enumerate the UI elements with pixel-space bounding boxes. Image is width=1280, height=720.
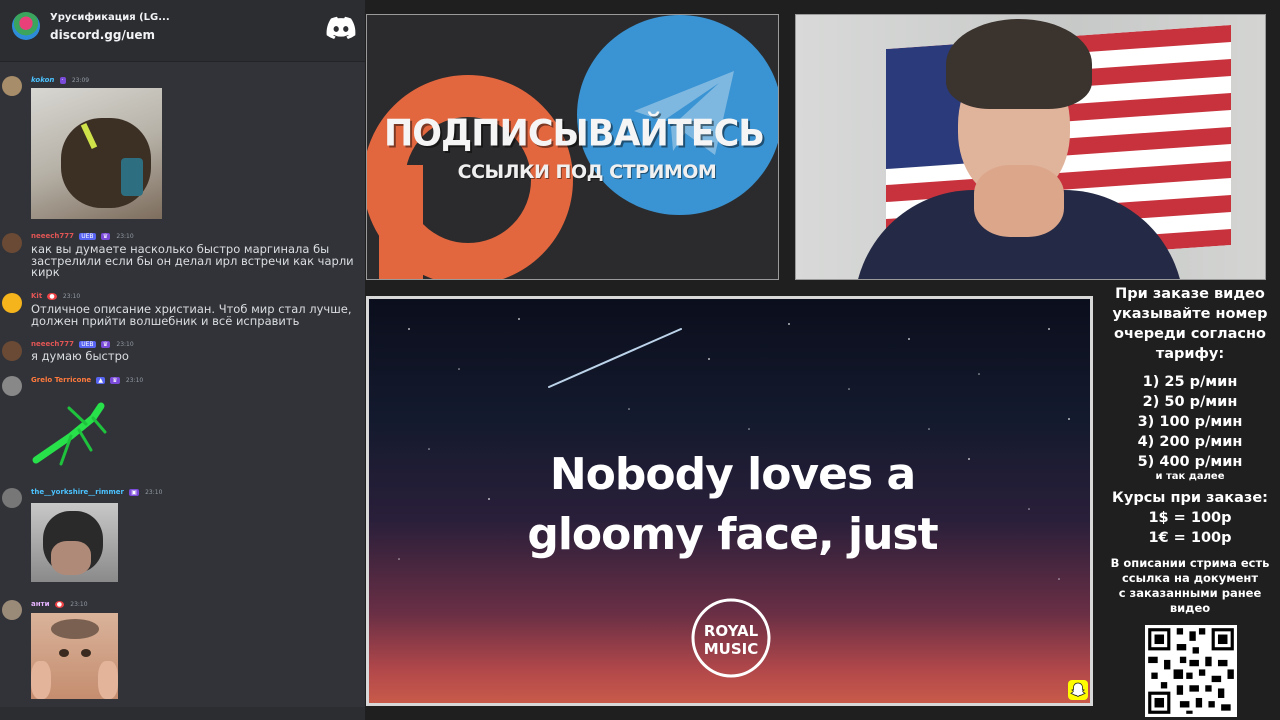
promo-subtitle: ССЫЛКИ ПОД СТРИМОМ xyxy=(457,161,717,183)
timestamp: 23:10 xyxy=(116,233,134,240)
lyrics-text: Nobody loves a gloomy face, just xyxy=(369,445,1090,565)
subscribe-banner: ПОДПИСЫВАЙТЕСЬ ССЫЛКИ ПОД СТРИМОМ xyxy=(366,14,779,280)
info-heading-line: тарифу: xyxy=(1155,346,1225,362)
webcam-feed xyxy=(795,14,1266,280)
message-meta: kokon · 23:09 xyxy=(31,76,89,84)
promo-title: ПОДПИСЫВАЙТЕСЬ xyxy=(384,113,765,155)
username[interactable]: kokon xyxy=(31,76,54,84)
mantis-sticker[interactable] xyxy=(31,398,111,468)
user-badge: UEB xyxy=(79,340,96,348)
avatar[interactable] xyxy=(2,341,22,361)
user-badge: ▣ xyxy=(129,488,139,496)
user-badge: · xyxy=(59,76,66,84)
snapchat-icon xyxy=(1068,680,1088,700)
price-item: 2) 50 р/мин xyxy=(1142,394,1238,410)
avatar[interactable] xyxy=(2,488,22,508)
avatar[interactable] xyxy=(2,76,22,96)
stream-desc-line: ссылка на документ xyxy=(1121,571,1259,585)
avatar[interactable] xyxy=(2,233,22,253)
user-badge: ● xyxy=(47,292,57,300)
info-heading-line: При заказе видео xyxy=(1115,286,1265,302)
rates-heading: Курсы при заказе: xyxy=(1112,490,1268,506)
lyric-line: gloomy face, just xyxy=(527,509,938,560)
stream-desc-line: В описании стрима есть xyxy=(1110,556,1270,570)
message-meta: neeech777 UEB ♛ 23:10 xyxy=(31,340,134,348)
stream-desc-line: с заказанными ранее xyxy=(1118,586,1262,600)
logo-text-royal: ROYAL xyxy=(704,622,759,640)
message-meta: Kit ● 23:10 xyxy=(31,292,80,300)
avatar[interactable] xyxy=(2,376,22,396)
person-hand xyxy=(974,165,1064,237)
message-meta: Grelo Terricone ▲ ♛ 23:10 xyxy=(31,376,143,384)
face-image[interactable] xyxy=(31,613,118,699)
royal-music-logo: ROYAL MUSIC xyxy=(691,598,771,678)
price-item: 4) 200 р/мин xyxy=(1137,434,1243,450)
username[interactable]: neeech777 xyxy=(31,232,74,240)
stream-desc-line: видео xyxy=(1169,601,1211,615)
crown-badge: ♛ xyxy=(100,340,111,348)
username[interactable]: Grelo Terricone xyxy=(31,376,91,384)
rate-item: 1$ = 100р xyxy=(1148,510,1232,526)
crown-badge: ♛ xyxy=(110,376,120,384)
user-badge: UEB xyxy=(79,232,96,240)
info-heading-line: указывайте номер xyxy=(1112,306,1268,322)
crown-badge: ♛ xyxy=(100,232,111,240)
price-item: 5) 400 р/мин xyxy=(1137,454,1243,470)
username[interactable]: the__yorkshire__rimmer xyxy=(31,488,124,496)
invite-link[interactable]: discord.gg/uem xyxy=(50,28,155,42)
user-badge: ● xyxy=(54,600,65,608)
lyric-line: Nobody loves a xyxy=(549,449,916,500)
username[interactable]: анти xyxy=(31,600,50,608)
timestamp: 23:10 xyxy=(125,377,144,384)
message-meta: анти ● 23:10 xyxy=(31,600,88,608)
price-item: 3) 100 р/мин xyxy=(1137,414,1243,430)
server-name[interactable]: Урусификация (LG... xyxy=(50,12,170,23)
username[interactable]: Kit xyxy=(31,292,42,300)
photo-image[interactable] xyxy=(31,503,118,582)
bear-image[interactable] xyxy=(31,88,162,219)
qr-code[interactable] xyxy=(1145,625,1237,717)
price-item: 1) 25 р/мин xyxy=(1142,374,1238,390)
timestamp: 23:10 xyxy=(116,341,134,348)
info-heading-line: очереди согласно xyxy=(1114,326,1266,342)
order-info-panel: При заказе видео указывайте номер очеред… xyxy=(1100,282,1280,720)
message-text: я думаю быстро xyxy=(31,349,129,363)
user-badge: ▲ xyxy=(96,376,106,384)
timestamp: 23:09 xyxy=(71,77,90,84)
server-icon[interactable] xyxy=(12,12,40,40)
timestamp: 23:10 xyxy=(145,489,163,496)
avatar[interactable] xyxy=(2,600,22,620)
music-video-player[interactable]: Nobody loves a gloomy face, just ROYAL M… xyxy=(366,296,1093,706)
discord-chat-panel: Урусификация (LG... discord.gg/uem kokon… xyxy=(0,0,365,720)
timestamp: 23:10 xyxy=(70,601,88,608)
message-text: Отличное описание христиан. Чтоб мир ста… xyxy=(31,302,352,328)
timestamp: 23:10 xyxy=(62,293,81,300)
message-meta: neeech777 UEB ♛ 23:10 xyxy=(31,232,134,240)
avatar[interactable] xyxy=(2,293,22,313)
price-etc: и так далее xyxy=(1155,471,1225,482)
logo-text-music: MUSIC xyxy=(704,640,759,658)
chat-header: Урусификация (LG... discord.gg/uem xyxy=(0,0,365,62)
person-hair xyxy=(946,19,1092,109)
username[interactable]: neeech777 xyxy=(31,340,74,348)
message-text: как вы думаете насколько быстро маргинал… xyxy=(31,242,354,279)
chat-bottom-bar xyxy=(0,707,365,720)
rate-item: 1€ = 100р xyxy=(1148,530,1232,546)
discord-icon xyxy=(326,16,356,39)
message-meta: the__yorkshire__rimmer ▣ 23:10 xyxy=(31,488,162,496)
